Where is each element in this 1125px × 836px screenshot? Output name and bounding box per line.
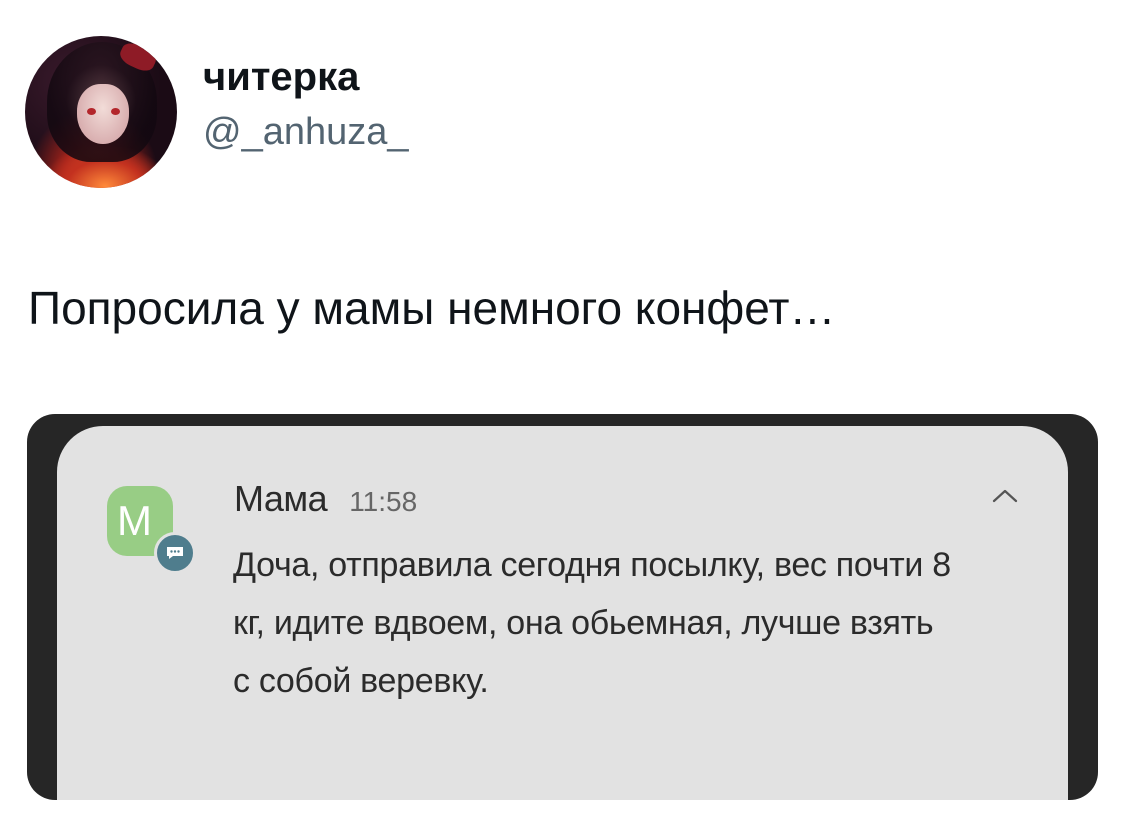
user-handle[interactable]: @_anhuza_ [203,109,409,155]
notification-card: M Мама 11:58 Доча, отправила сегодня пос… [57,426,1068,800]
sender-name: Мама [234,478,328,519]
avatar-face [77,84,129,144]
notification-header: Мама 11:58 [234,478,417,520]
avatar-eye-left [87,108,96,115]
chevron-up-icon[interactable] [992,488,1018,509]
notification-time: 11:58 [349,486,418,517]
user-info: читерка @_anhuza_ [203,53,409,155]
tweet-text: Попросила у мамы немного конфет… [28,282,836,334]
tweet-header: читерка @_anhuza_ [25,36,409,188]
tweet-media-image[interactable]: M Мама 11:58 Доча, отправила сегодня пос… [27,414,1098,800]
display-name[interactable]: читерка [203,53,409,101]
avatar[interactable] [25,36,177,188]
chat-bubble-icon [154,532,196,574]
avatar-eye-right [111,108,120,115]
notification-message: Доча, отправила сегодня посылку, вес поч… [233,546,951,700]
